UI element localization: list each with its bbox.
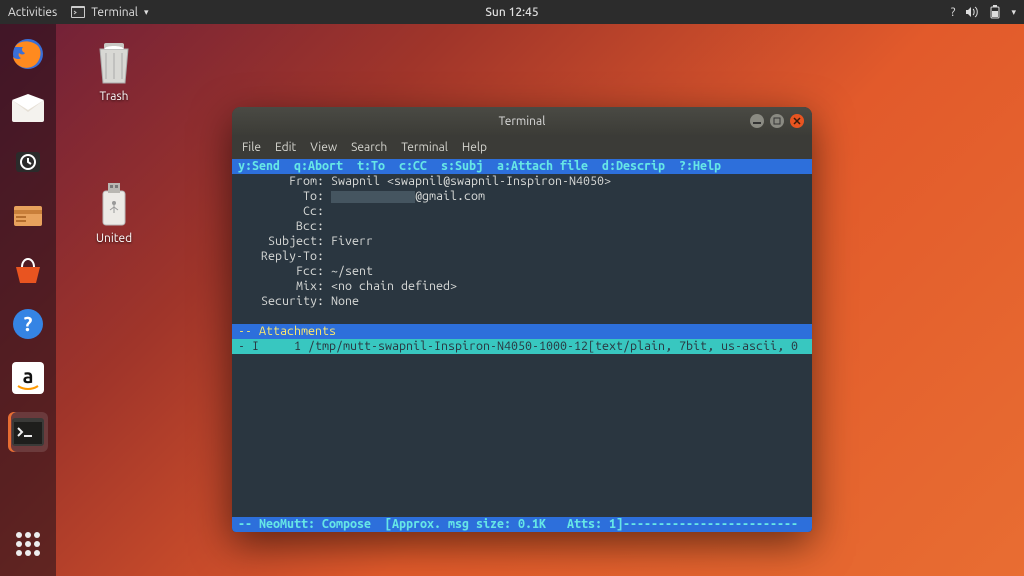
window-minimize-button[interactable] bbox=[750, 114, 764, 128]
svg-text:a: a bbox=[23, 364, 34, 387]
show-apps-button[interactable] bbox=[8, 524, 48, 564]
close-icon bbox=[793, 117, 801, 125]
backup-icon bbox=[12, 146, 44, 178]
launcher-dock: ? a bbox=[0, 24, 56, 576]
dock-software[interactable] bbox=[8, 250, 48, 290]
field-from: From: Swapnil <swapnil@swapnil-Inspiron-… bbox=[232, 174, 812, 189]
menu-terminal[interactable]: Terminal bbox=[401, 141, 448, 154]
desktop-icon-label: Trash bbox=[99, 90, 128, 103]
terminal-body[interactable]: y:Send q:Abort t:To c:CC s:Subj a:Attach… bbox=[232, 159, 812, 532]
blank-line bbox=[232, 309, 812, 324]
field-to: To: @gmail.com bbox=[232, 189, 812, 204]
clock[interactable]: Sun 12:45 bbox=[485, 6, 538, 19]
menu-view[interactable]: View bbox=[310, 141, 337, 154]
attachment-row: - I 1 /tmp/mutt-swapnil-Inspiron-N4050-1… bbox=[232, 339, 812, 354]
field-mix: Mix: <no chain defined> bbox=[232, 279, 812, 294]
desktop-icon-label: United bbox=[96, 232, 132, 245]
terminal-window: Terminal File Edit View Search Terminal … bbox=[232, 107, 812, 532]
volume-icon[interactable] bbox=[965, 6, 979, 18]
chevron-down-icon: ▾ bbox=[1011, 7, 1016, 18]
field-cc: Cc: bbox=[232, 204, 812, 219]
help-icon[interactable]: ? bbox=[951, 6, 956, 19]
software-icon bbox=[12, 255, 44, 285]
mutt-status-bar: -- NeoMutt: Compose [Approx. msg size: 0… bbox=[232, 517, 812, 532]
amazon-icon: a bbox=[12, 362, 44, 394]
help-icon: ? bbox=[12, 308, 44, 340]
gnome-topbar: Activities Terminal ▾ Sun 12:45 ? ▾ bbox=[0, 0, 1024, 24]
dock-amazon[interactable]: a bbox=[8, 358, 48, 398]
window-close-button[interactable] bbox=[790, 114, 804, 128]
trash-icon bbox=[92, 39, 136, 85]
files-icon bbox=[12, 202, 44, 230]
app-menu[interactable]: Terminal ▾ bbox=[71, 6, 148, 19]
dock-backup[interactable] bbox=[8, 142, 48, 182]
terminal-icon bbox=[12, 418, 44, 446]
grid-icon bbox=[16, 532, 40, 556]
window-titlebar[interactable]: Terminal bbox=[232, 107, 812, 135]
minimize-icon bbox=[753, 117, 761, 125]
activities-button[interactable]: Activities bbox=[8, 6, 57, 19]
terminal-icon bbox=[71, 6, 85, 18]
battery-icon[interactable] bbox=[989, 5, 1001, 19]
dock-firefox[interactable] bbox=[8, 34, 48, 74]
redacted-block bbox=[331, 191, 415, 203]
terminal-menubar: File Edit View Search Terminal Help bbox=[232, 135, 812, 159]
field-bcc: Bcc: bbox=[232, 219, 812, 234]
field-reply-to: Reply-To: bbox=[232, 249, 812, 264]
menu-search[interactable]: Search bbox=[351, 141, 387, 154]
menu-file[interactable]: File bbox=[242, 141, 261, 154]
field-subject: Subject: Fiverr bbox=[232, 234, 812, 249]
usb-drive-icon bbox=[99, 181, 129, 227]
mail-icon bbox=[12, 94, 44, 122]
desktop-usb[interactable]: United bbox=[78, 180, 150, 245]
menu-help[interactable]: Help bbox=[462, 141, 487, 154]
dock-terminal[interactable] bbox=[8, 412, 48, 452]
svg-text:?: ? bbox=[24, 312, 33, 335]
desktop-trash[interactable]: Trash bbox=[78, 38, 150, 103]
maximize-icon bbox=[773, 117, 781, 125]
app-menu-label: Terminal bbox=[91, 6, 138, 19]
window-maximize-button[interactable] bbox=[770, 114, 784, 128]
firefox-icon bbox=[11, 37, 45, 71]
dock-help[interactable]: ? bbox=[8, 304, 48, 344]
dock-mail[interactable] bbox=[8, 88, 48, 128]
menu-edit[interactable]: Edit bbox=[275, 141, 296, 154]
field-security: Security: None bbox=[232, 294, 812, 309]
attachments-header: -- Attachments bbox=[232, 324, 812, 339]
status-area[interactable]: ? ▾ bbox=[951, 5, 1016, 19]
window-title: Terminal bbox=[499, 115, 546, 128]
mutt-shortcut-bar: y:Send q:Abort t:To c:CC s:Subj a:Attach… bbox=[232, 159, 812, 174]
chevron-down-icon: ▾ bbox=[144, 7, 149, 18]
dock-files[interactable] bbox=[8, 196, 48, 236]
field-fcc: Fcc: ~/sent bbox=[232, 264, 812, 279]
